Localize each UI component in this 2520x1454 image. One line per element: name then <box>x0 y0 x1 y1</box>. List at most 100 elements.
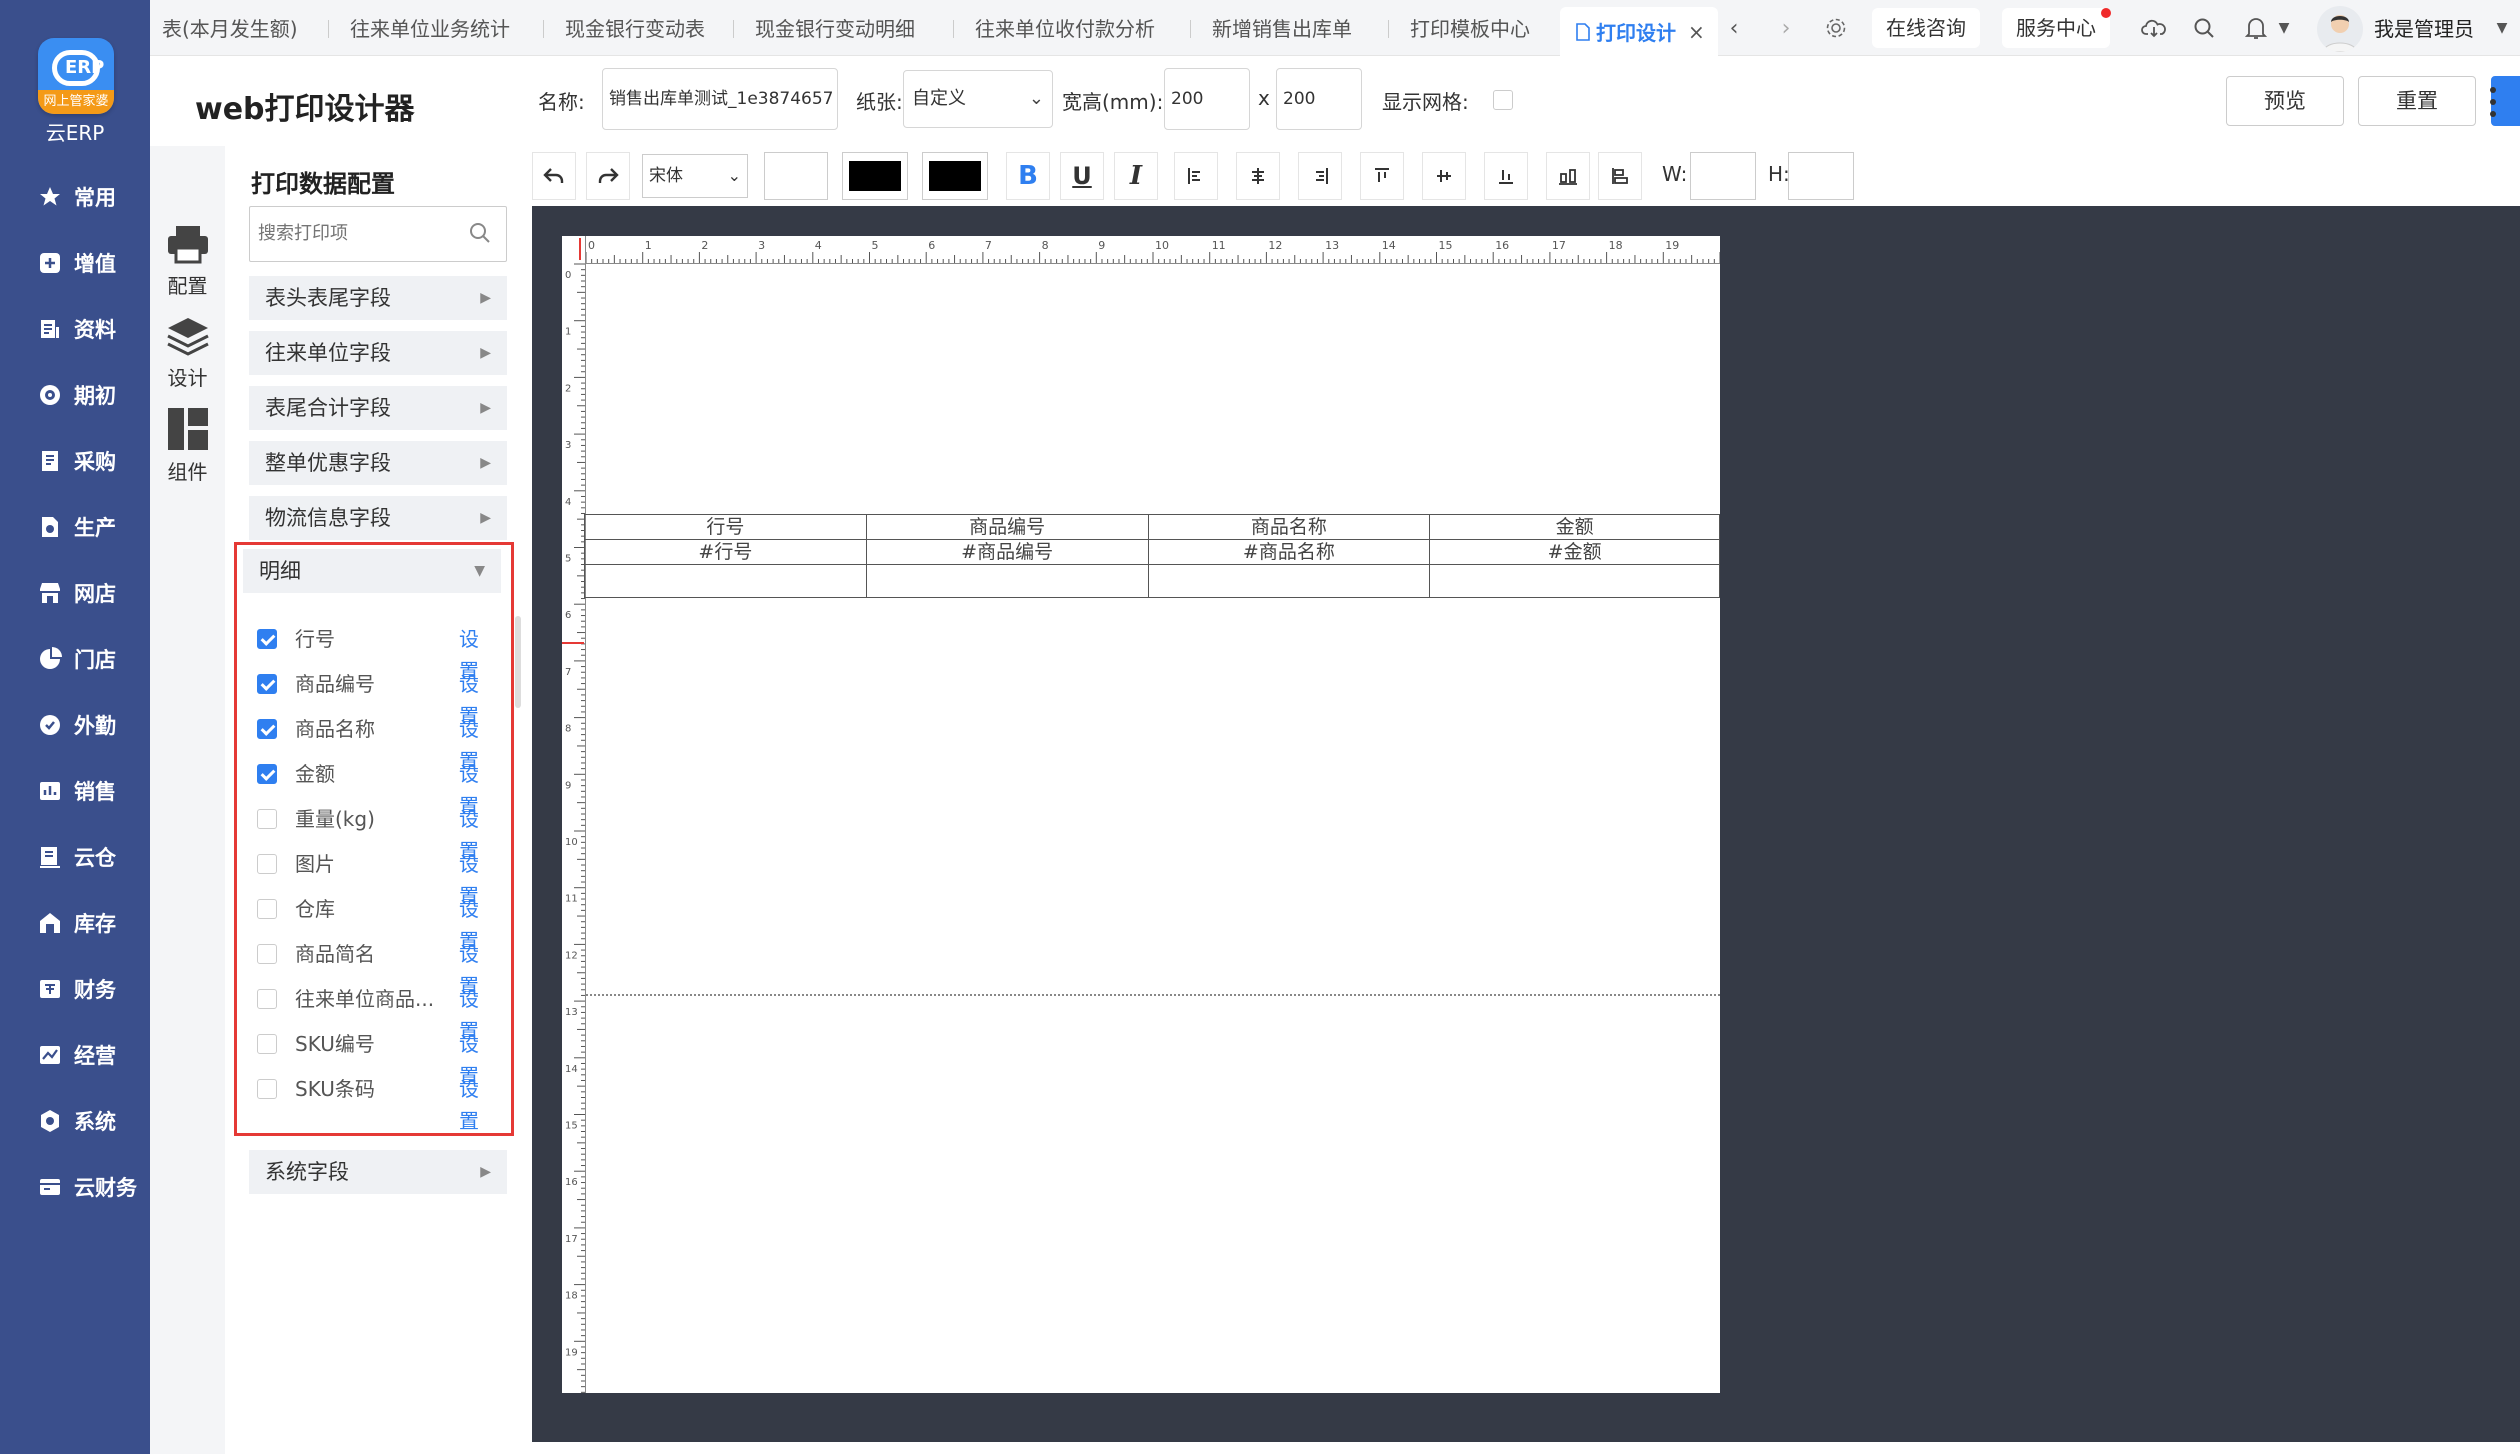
group-detail[interactable]: 明细 ▼ <box>243 549 501 593</box>
chevron-right-icon[interactable]: › <box>1772 14 1800 42</box>
table-binding-cell[interactable]: #金额 <box>1429 539 1720 565</box>
chevron-down-icon[interactable]: ▼ <box>2270 14 2298 42</box>
font-family-select[interactable]: 宋体 ⌄ <box>642 154 748 198</box>
search-input[interactable] <box>258 207 458 259</box>
app-logo[interactable]: ERP 网上管家婆 <box>38 38 114 114</box>
paper-select[interactable]: 自定义 ⌄ <box>903 70 1053 128</box>
nav-item-field[interactable]: 外勤 <box>0 702 150 748</box>
align-top-icon[interactable] <box>1360 152 1404 200</box>
table-binding-cell[interactable]: #商品名称 <box>1147 539 1431 565</box>
italic-button[interactable]: I <box>1114 152 1158 200</box>
tab-0[interactable]: 表(本月发生额) <box>162 0 298 56</box>
design-tab[interactable]: 设计 <box>150 314 225 391</box>
print-paper[interactable]: 0 1 2 3 4 5 6 7 8 9 10 11 12 13 14 15 16 17 18 19 012345678… <box>562 236 1720 1393</box>
group-item[interactable]: 表尾合计字段 ▶ <box>249 386 507 430</box>
nav-item-purchase[interactable]: 采购 <box>0 438 150 484</box>
table-empty-cell[interactable] <box>1147 564 1431 598</box>
chevron-left-icon[interactable]: ‹ <box>1720 14 1748 42</box>
underline-button[interactable]: U <box>1060 152 1104 200</box>
reset-button[interactable]: 重置 <box>2358 76 2476 126</box>
grid-checkbox[interactable] <box>1493 90 1513 110</box>
field-checkbox[interactable] <box>257 944 277 964</box>
field-checkbox[interactable] <box>257 764 277 784</box>
preview-button[interactable]: 预览 <box>2226 76 2344 126</box>
search-icon[interactable] <box>2190 14 2218 42</box>
group-item[interactable]: 表头表尾字段 ▶ <box>249 276 507 320</box>
distribute-vertical-icon[interactable] <box>1598 152 1642 200</box>
font-color-picker[interactable] <box>842 152 908 200</box>
config-tab[interactable]: 配置 <box>150 222 225 299</box>
group-item[interactable]: 整单优惠字段 ▶ <box>249 441 507 485</box>
nav-item-finance[interactable]: 财务 <box>0 966 150 1012</box>
group-item[interactable]: 物流信息字段 ▶ <box>249 496 507 540</box>
redo-icon[interactable] <box>586 152 630 200</box>
tab-3[interactable]: 现金银行变动明细 <box>755 0 915 56</box>
element-width-input[interactable] <box>1690 152 1756 200</box>
tab-2[interactable]: 现金银行变动表 <box>565 0 705 56</box>
align-left-icon[interactable] <box>1174 152 1218 200</box>
undo-icon[interactable] <box>532 152 576 200</box>
detail-scrollbar[interactable] <box>515 616 521 708</box>
field-checkbox[interactable] <box>257 719 277 739</box>
background-color-picker[interactable] <box>922 152 988 200</box>
more-menu-icon[interactable] <box>2489 86 2499 118</box>
tab-1[interactable]: 往来单位业务统计 <box>350 0 510 56</box>
field-checkbox[interactable] <box>257 809 277 829</box>
table-header-cell[interactable]: 商品编号 <box>865 514 1149 540</box>
user-menu-chevron-icon[interactable]: ▼ <box>2488 14 2516 42</box>
align-middle-icon[interactable] <box>1422 152 1466 200</box>
nav-item-operation[interactable]: 经营 <box>0 1032 150 1078</box>
field-checkbox[interactable] <box>257 899 277 919</box>
field-checkbox[interactable] <box>257 629 277 649</box>
element-height-input[interactable] <box>1788 152 1854 200</box>
nav-item-opening[interactable]: 期初 <box>0 372 150 418</box>
field-checkbox[interactable] <box>257 674 277 694</box>
table-binding-cell[interactable]: #商品编号 <box>865 539 1149 565</box>
detail-table[interactable]: 行号 商品编号 商品名称 金额 #行号 #商品编号 #商品名称 #金额 <box>584 514 1720 598</box>
table-binding-cell[interactable]: #行号 <box>584 539 867 565</box>
online-consult-button[interactable]: 在线咨询 <box>1872 8 1980 48</box>
align-right-icon[interactable] <box>1298 152 1342 200</box>
width-input[interactable]: 200 <box>1164 68 1250 130</box>
align-bottom-icon[interactable] <box>1484 152 1528 200</box>
field-settings-link[interactable]: 设置 <box>459 1073 497 1137</box>
field-checkbox[interactable] <box>257 1034 277 1054</box>
search-icon[interactable] <box>468 221 492 245</box>
component-tab[interactable]: 组件 <box>150 406 225 485</box>
field-checkbox[interactable] <box>257 989 277 1009</box>
tab-4[interactable]: 往来单位收付款分析 <box>975 0 1155 56</box>
bell-icon[interactable] <box>2242 14 2270 42</box>
group-system-fields[interactable]: 系统字段 ▶ <box>249 1150 507 1194</box>
nav-item-cloud-warehouse[interactable]: 云仓 <box>0 834 150 880</box>
user-name[interactable]: 我是管理员 <box>2374 0 2474 56</box>
nav-item-production[interactable]: 生产 <box>0 504 150 550</box>
table-empty-cell[interactable] <box>1429 564 1720 598</box>
nav-item-store[interactable]: 门店 <box>0 636 150 682</box>
font-size-input[interactable] <box>764 152 828 200</box>
table-header-cell[interactable]: 商品名称 <box>1147 514 1431 540</box>
field-checkbox[interactable] <box>257 1079 277 1099</box>
bold-button[interactable]: B <box>1006 152 1050 200</box>
nav-item-data[interactable]: 资料 <box>0 306 150 352</box>
table-header-cell[interactable]: 行号 <box>584 514 867 540</box>
group-item[interactable]: 往来单位字段 ▶ <box>249 331 507 375</box>
service-center-button[interactable]: 服务中心 <box>2002 8 2110 48</box>
tab-5[interactable]: 新增销售出库单 <box>1212 0 1352 56</box>
align-center-icon[interactable] <box>1236 152 1280 200</box>
table-header-cell[interactable]: 金额 <box>1429 514 1720 540</box>
tab-print-design[interactable]: 打印设计 × <box>1560 7 1718 56</box>
nav-item-value-added[interactable]: 增值 <box>0 240 150 286</box>
nav-item-online-store[interactable]: 网店 <box>0 570 150 616</box>
nav-item-system[interactable]: 系统 <box>0 1098 150 1144</box>
tab-6[interactable]: 打印模板中心 <box>1410 0 1530 56</box>
template-name-input[interactable]: 销售出库单测试_1e3874657 <box>602 68 838 130</box>
table-empty-cell[interactable] <box>584 564 867 598</box>
avatar[interactable] <box>2317 6 2363 52</box>
height-input[interactable]: 200 <box>1276 68 1362 130</box>
distribute-horizontal-icon[interactable] <box>1546 152 1590 200</box>
field-checkbox[interactable] <box>257 854 277 874</box>
nav-item-sales[interactable]: 销售 <box>0 768 150 814</box>
nav-item-inventory[interactable]: 库存 <box>0 900 150 946</box>
nav-item-cloud-finance[interactable]: 云财务 <box>0 1164 150 1210</box>
gear-icon[interactable] <box>1822 14 1850 42</box>
